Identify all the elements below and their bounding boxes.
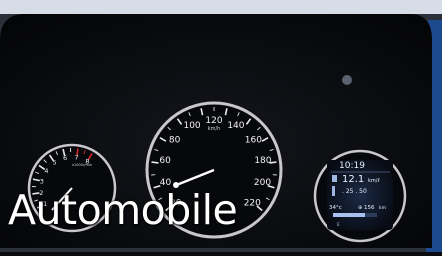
gauge-tick-label: 220 [244,198,261,208]
gauge-tick-label: 5 [52,159,56,167]
gauge-tick-label: 100 [183,121,200,131]
gauge-tick-label: 80 [169,135,181,145]
gauge-tick-label: 60 [159,156,171,166]
display-time: 10:19 [339,161,365,171]
display-secondary-readout: . 25 . 50 [342,188,367,195]
display-outside-temp: 34°c [329,205,342,211]
fuel-pump-icon [332,175,337,182]
gauge-tick-label: 160 [245,135,262,145]
caption-text: Automobile [8,186,237,234]
gauge-tick [152,162,159,163]
gauge-tick-label: 140 [227,121,244,131]
display-range-unit: km [379,205,386,211]
gauge-tick-label: 6 [63,154,67,162]
gauge-tick-label: 120 [205,116,222,126]
gauge-tick-label: 4 [44,167,48,175]
display-fuel-economy: 12.1 [342,174,364,185]
windshield-glare [0,0,442,14]
fuel-gauge-e-label: E [337,222,340,228]
gauge-tick-label: 180 [254,156,271,166]
fuel-gauge-fill [333,213,365,217]
display-range: 156 [364,205,375,211]
range-icon: ⊕ [358,205,362,211]
speedometer-unit-label: km/h [208,126,221,132]
gauge-tick-label: 200 [254,178,271,188]
multi-information-display: 10:19 12.1 km/ℓ . 25 . 50 34°c ⊕ 156 km … [315,151,405,241]
gauge-bar-icon [332,186,335,196]
gauge-tick-label: 3 [40,177,44,185]
indicator-light [342,75,352,85]
tachometer-unit-label: x1000r/min [72,163,92,167]
display-fuel-economy-unit: km/ℓ [368,178,380,184]
gauge-tick-label: 7 [75,154,79,162]
